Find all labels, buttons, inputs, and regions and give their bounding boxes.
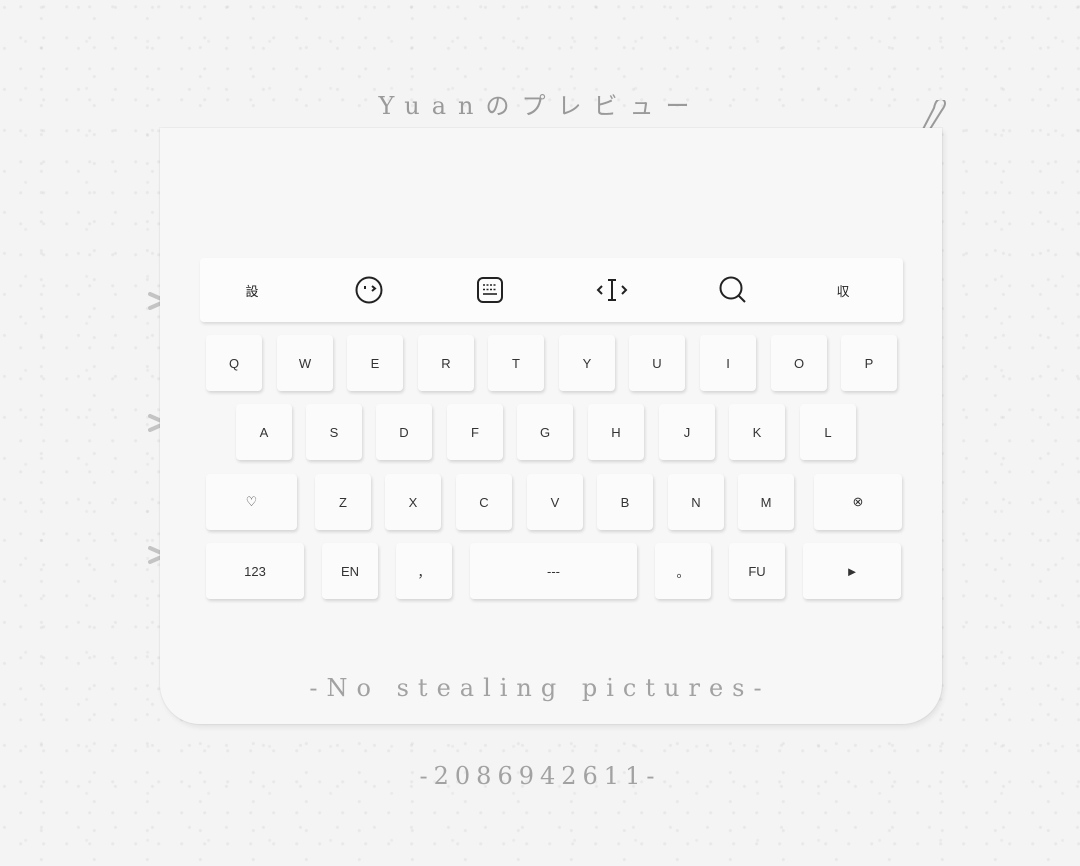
key-label: EN (340, 563, 360, 579)
key-u[interactable]: U (629, 335, 685, 391)
clipboard-icon (477, 277, 503, 303)
space-bar[interactable]: --- (470, 543, 637, 599)
key-label: F (471, 424, 479, 440)
key-label: H (611, 424, 621, 440)
key-c[interactable]: C (456, 474, 512, 530)
key-b[interactable]: B (597, 474, 653, 530)
fu-key[interactable]: FU (729, 543, 785, 599)
key-label: C (479, 494, 489, 510)
key-label: M (760, 494, 772, 510)
key-y[interactable]: Y (559, 335, 615, 391)
emoji-icon (355, 276, 383, 304)
key-label: G (539, 424, 551, 440)
key-k[interactable]: K (729, 404, 785, 460)
key-label: B (620, 494, 630, 510)
numbers-button[interactable]: 123 (206, 543, 304, 599)
key-label: --- (547, 563, 560, 579)
key-s[interactable]: S (306, 404, 362, 460)
key-a[interactable]: A (236, 404, 292, 460)
key-label: L (824, 424, 832, 440)
heart-icon: ♡ (245, 494, 258, 509)
key-g[interactable]: G (517, 404, 573, 460)
enter-icon: ► (845, 563, 859, 579)
key-label: O (793, 355, 805, 371)
key-i[interactable]: I (700, 335, 756, 391)
search-button[interactable] (703, 258, 763, 322)
key-j[interactable]: J (659, 404, 715, 460)
key-label: 123 (244, 563, 266, 579)
key-o[interactable]: O (771, 335, 827, 391)
key-label: N (691, 494, 701, 510)
key-label: X (408, 494, 418, 510)
key-label: FU (748, 563, 766, 579)
key-z[interactable]: Z (315, 474, 371, 530)
cursor-button[interactable] (582, 258, 642, 322)
key-e[interactable]: E (347, 335, 403, 391)
key-label: Y (582, 355, 592, 371)
shift-button[interactable]: ♡ (206, 474, 297, 530)
key-t[interactable]: T (488, 335, 544, 391)
delete-icon: ⊗ (852, 494, 864, 509)
key-x[interactable]: X (385, 474, 441, 530)
settings-label: 設 (245, 283, 259, 299)
collapse-label: 収 (836, 283, 850, 299)
key-label: ， (417, 564, 431, 580)
no-stealing-notice: -No stealing pictures- (309, 674, 771, 702)
key-label: S (329, 424, 339, 440)
key-p[interactable]: P (841, 335, 897, 391)
key-n[interactable]: N (668, 474, 724, 530)
key-w[interactable]: W (277, 335, 333, 391)
delete-button[interactable]: ⊗ (814, 474, 902, 530)
key-label: Q (228, 355, 240, 371)
key-f[interactable]: F (447, 404, 503, 460)
key-l[interactable]: L (800, 404, 856, 460)
key-label: Z (339, 494, 347, 510)
key-h[interactable]: H (588, 404, 644, 460)
emoji-button[interactable] (339, 258, 399, 322)
key-label: W (298, 355, 312, 371)
key-q[interactable]: Q (206, 335, 262, 391)
key-label: P (864, 355, 874, 371)
key-label: A (259, 424, 269, 440)
key-label: 。 (676, 564, 690, 580)
key-label: D (399, 424, 409, 440)
period-key[interactable]: 。 (655, 543, 711, 599)
language-button[interactable]: EN (322, 543, 378, 599)
keyboard-toolbar: 設 収 (200, 258, 903, 322)
key-m[interactable]: M (738, 474, 794, 530)
contact-number: -2086942611- (419, 762, 661, 790)
settings-button[interactable]: 設 (222, 258, 282, 322)
key-r[interactable]: R (418, 335, 474, 391)
cursor-icon (596, 279, 628, 301)
key-label: J (683, 424, 691, 440)
collapse-keyboard-button[interactable]: 収 (813, 258, 873, 322)
search-icon (719, 276, 746, 303)
comma-key[interactable]: ， (396, 543, 452, 599)
clipboard-button[interactable] (460, 258, 520, 322)
key-label: T (512, 355, 520, 371)
key-label: R (441, 355, 451, 371)
key-label: K (752, 424, 762, 440)
key-label: E (370, 355, 380, 371)
key-label: I (726, 355, 730, 371)
key-v[interactable]: V (527, 474, 583, 530)
key-label: U (652, 355, 662, 371)
key-d[interactable]: D (376, 404, 432, 460)
key-label: V (550, 494, 560, 510)
enter-button[interactable]: ► (803, 543, 901, 599)
